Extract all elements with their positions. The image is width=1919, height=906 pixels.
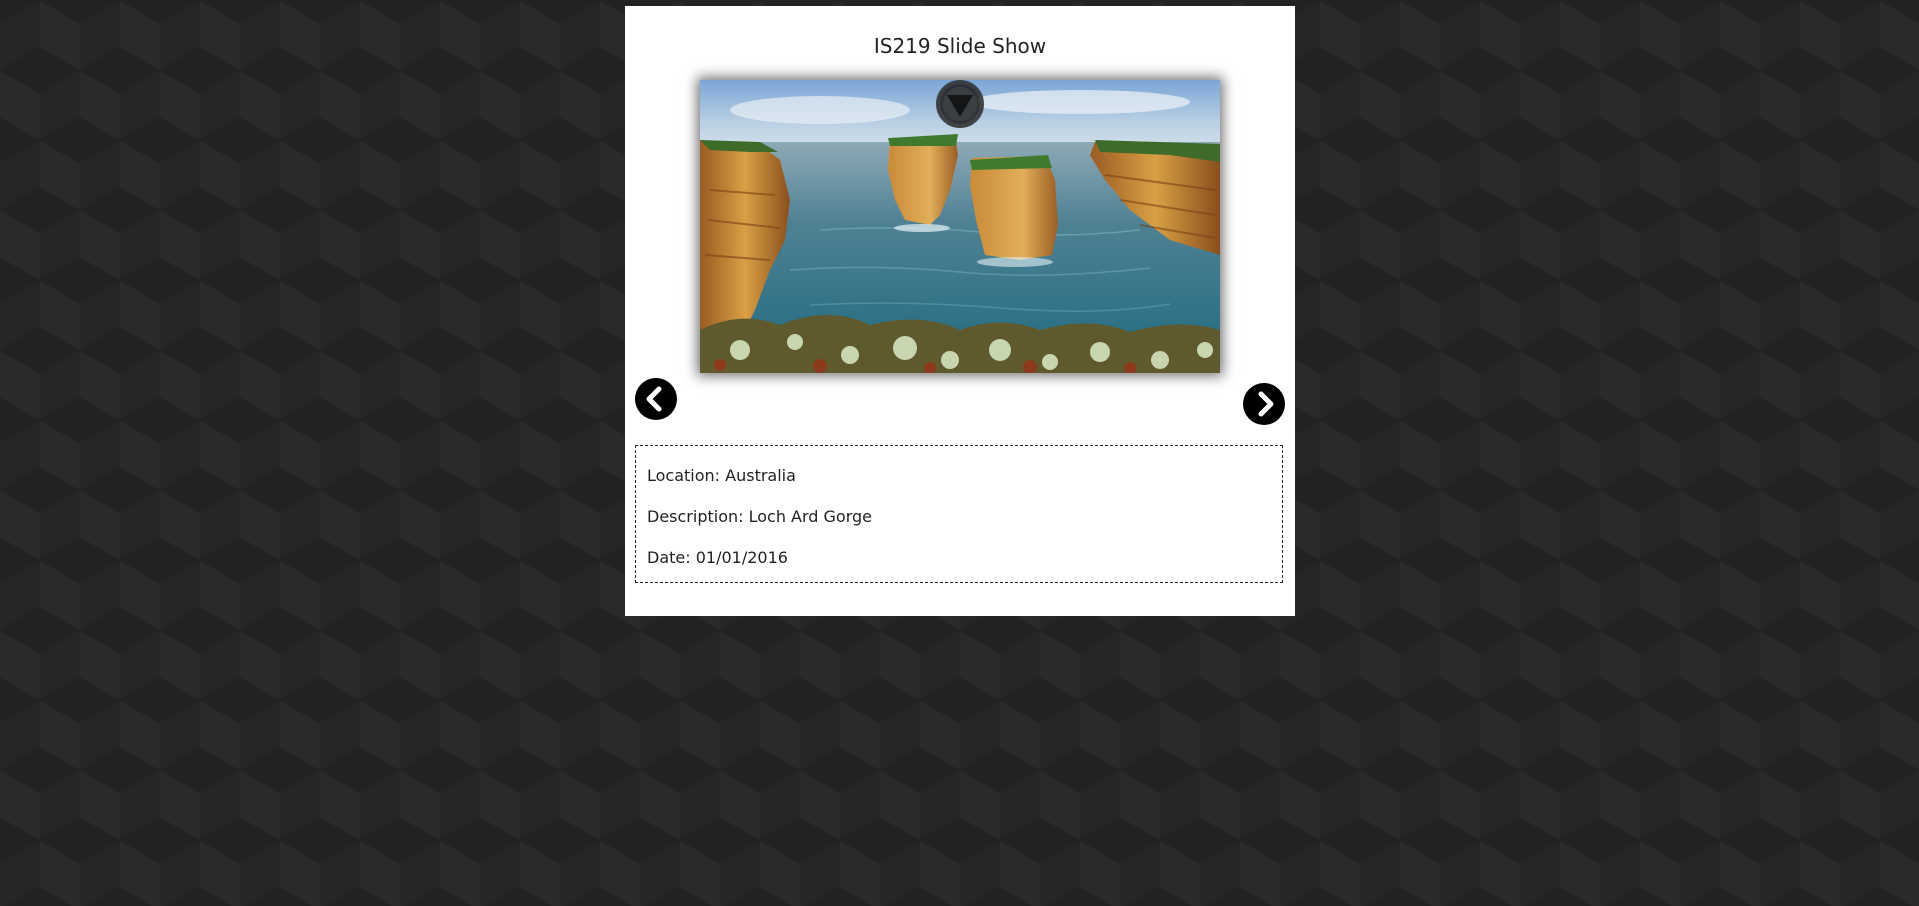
location-text: Location: Australia [647,466,796,485]
chevron-right-icon [1258,391,1274,417]
description-text: Description: Loch Ard Gorge [647,507,873,526]
slideshow-toggle-button[interactable] [935,79,985,129]
next-slide-button[interactable] [1243,383,1285,425]
slideshow-panel: IS219 Slide Show Location: Australia Des… [625,6,1295,616]
date-text: Date: 01/01/2016 [647,548,788,567]
chevron-left-icon [646,386,662,412]
previous-slide-button[interactable] [635,378,677,420]
slide-details: Location: Australia Description: Loch Ar… [635,445,1283,583]
down-triangle-icon [936,80,984,128]
page-title: IS219 Slide Show [873,34,1047,58]
